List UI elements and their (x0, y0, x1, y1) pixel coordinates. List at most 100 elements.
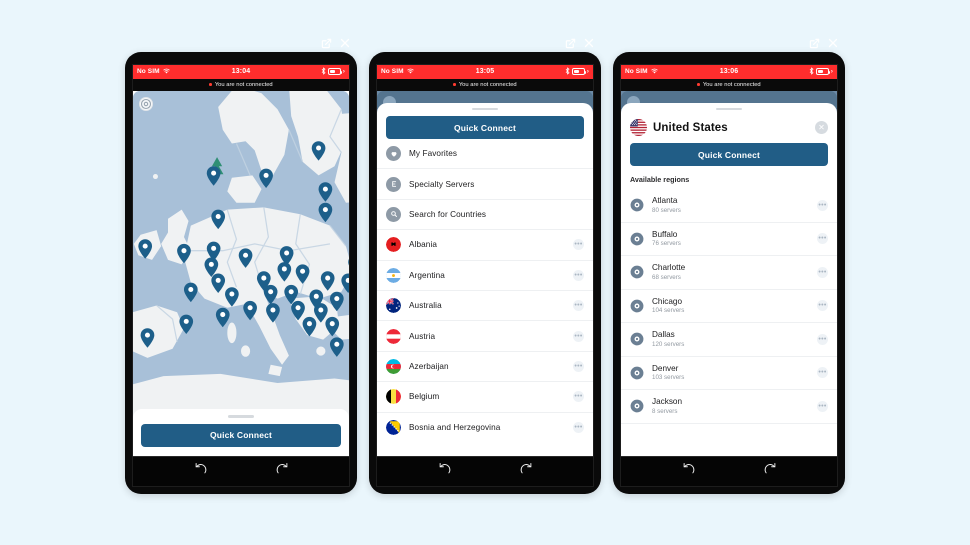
battery-plus: › (342, 68, 345, 75)
list-item-country[interactable]: Australia ••• (377, 291, 593, 322)
connection-banner-text: You are not connected (702, 81, 761, 88)
more-options-button[interactable]: ••• (817, 300, 828, 312)
region-name: Jackson (652, 397, 683, 407)
quick-connect-button[interactable]: Quick Connect (386, 116, 584, 139)
sheet-grabber[interactable] (228, 415, 254, 418)
list-item-label: My Favorites (409, 149, 458, 159)
region-name: Dallas (652, 330, 675, 340)
region-server-count: 103 servers (652, 374, 685, 382)
list-item-region[interactable]: Chicago 104 servers ••• (621, 290, 837, 323)
more-options-button[interactable]: ••• (573, 391, 584, 403)
quick-connect-button[interactable]: Quick Connect (630, 143, 828, 166)
more-options-button[interactable]: ••• (573, 422, 584, 434)
close-icon[interactable] (339, 36, 351, 54)
more-options-button[interactable]: ••• (817, 233, 828, 245)
phone-map: No SIM 13:04 › You are not connected Qui… (125, 38, 357, 494)
forward-icon[interactable] (519, 461, 534, 481)
forward-icon[interactable] (763, 461, 778, 481)
status-time: 13:06 (719, 68, 739, 75)
country-sheet: Quick Connect My Favorites Specialty Ser… (377, 102, 593, 456)
page-title: United States (653, 121, 728, 134)
bottom-nav (133, 455, 349, 486)
more-options-button[interactable]: ••• (817, 199, 828, 211)
more-options-button[interactable]: ••• (573, 239, 584, 251)
regions-list[interactable]: Atlanta 80 servers ••• Buffalo 76 server… (621, 189, 837, 456)
connection-banner-text: You are not connected (458, 81, 517, 88)
list-item-region[interactable]: Jackson 8 servers ••• (621, 390, 837, 424)
more-options-button[interactable]: ••• (817, 400, 828, 412)
list-item-country[interactable]: Azerbaijan ••• (377, 352, 593, 383)
region-name: Charlotte (652, 263, 686, 273)
world-map[interactable] (133, 90, 349, 456)
more-options-button[interactable]: ••• (573, 360, 584, 372)
location-pin-icon (630, 332, 644, 346)
country-list[interactable]: My Favorites Specialty Servers Search fo… (377, 139, 593, 456)
list-item-region[interactable]: Buffalo 76 servers ••• (621, 223, 837, 256)
region-server-count: 76 servers (652, 240, 681, 248)
back-icon[interactable] (681, 461, 696, 481)
list-item-my-favorites[interactable]: My Favorites (377, 139, 593, 170)
open-in-new-window-icon[interactable] (565, 36, 576, 54)
status-bar: No SIM 13:04 › (133, 64, 349, 79)
settings-gear-icon[interactable] (139, 96, 153, 111)
list-item-country[interactable]: Austria ••• (377, 321, 593, 352)
region-server-count: 104 servers (652, 307, 685, 315)
list-item-label: Search for Countries (409, 209, 487, 219)
back-icon[interactable] (193, 461, 208, 481)
sheet-grabber[interactable] (716, 107, 742, 110)
open-in-new-window-icon[interactable] (321, 36, 332, 54)
more-options-button[interactable]: ••• (817, 367, 828, 379)
list-item-country[interactable]: Belgium ••• (377, 382, 593, 413)
close-sheet-button[interactable]: ✕ (815, 121, 828, 134)
list-item-country[interactable]: Bosnia and Herzegovina ••• (377, 413, 593, 443)
phone-screen: No SIM 13:06 › You are not connected Uni… (620, 63, 838, 487)
list-item-region[interactable]: Dallas 120 servers ••• (621, 323, 837, 357)
list-item-label: Specialty Servers (409, 179, 475, 189)
country-label: Argentina (409, 270, 445, 280)
close-icon[interactable] (583, 36, 595, 54)
carrier-label: No SIM (625, 68, 648, 75)
country-detail-sheet: United States ✕ Quick Connect Available … (621, 102, 837, 456)
list-item-specialty-servers[interactable]: Specialty Servers (377, 169, 593, 200)
region-name: Chicago (652, 296, 683, 306)
flag-australia-icon (386, 298, 401, 314)
available-regions-label: Available regions (630, 175, 690, 184)
forward-icon[interactable] (275, 461, 290, 481)
more-options-button[interactable]: ••• (573, 300, 584, 312)
connection-banner-text: You are not connected (214, 81, 273, 88)
list-item-region[interactable]: Atlanta 80 servers ••• (621, 189, 837, 223)
battery-icon (815, 68, 831, 75)
region-server-count: 80 servers (652, 206, 681, 214)
back-icon[interactable] (437, 461, 452, 481)
region-server-count: 68 servers (652, 273, 681, 281)
list-item-country[interactable]: Argentina ••• (377, 261, 593, 291)
status-dot-icon (453, 83, 456, 86)
list-item-region[interactable]: Charlotte 68 servers ••• (621, 256, 837, 290)
country-label: Austria (409, 331, 436, 341)
heart-icon (386, 146, 401, 162)
more-options-button[interactable]: ••• (573, 269, 584, 281)
list-item-country[interactable]: Albania ••• (377, 230, 593, 261)
phone-united-states: No SIM 13:06 › You are not connected Uni… (613, 38, 845, 494)
battery-plus: › (586, 68, 589, 75)
more-options-button[interactable]: ••• (573, 330, 584, 342)
country-label: Albania (409, 240, 438, 250)
list-item-search-for-countries[interactable]: Search for Countries (377, 200, 593, 231)
location-pin-icon (630, 366, 644, 380)
country-detail-screen: United States ✕ Quick Connect Available … (621, 90, 837, 456)
more-options-button[interactable]: ••• (817, 333, 828, 345)
more-options-button[interactable]: ••• (817, 266, 828, 278)
region-name: Denver (652, 363, 679, 373)
bluetooth-icon (809, 66, 814, 77)
close-icon[interactable] (827, 36, 839, 54)
connection-banner: You are not connected (133, 78, 349, 91)
region-name: Atlanta (652, 196, 678, 206)
open-in-new-window-icon[interactable] (809, 36, 820, 54)
quick-connect-button[interactable]: Quick Connect (141, 423, 341, 447)
list-item-region[interactable]: Denver 103 servers ••• (621, 357, 837, 390)
sheet-grabber[interactable] (472, 107, 498, 110)
country-label: Azerbaijan (409, 361, 449, 371)
status-dot-icon (697, 83, 700, 86)
map-screen: Quick Connect (133, 90, 349, 456)
phone-screen: No SIM 13:04 › You are not connected Qui… (132, 63, 350, 487)
